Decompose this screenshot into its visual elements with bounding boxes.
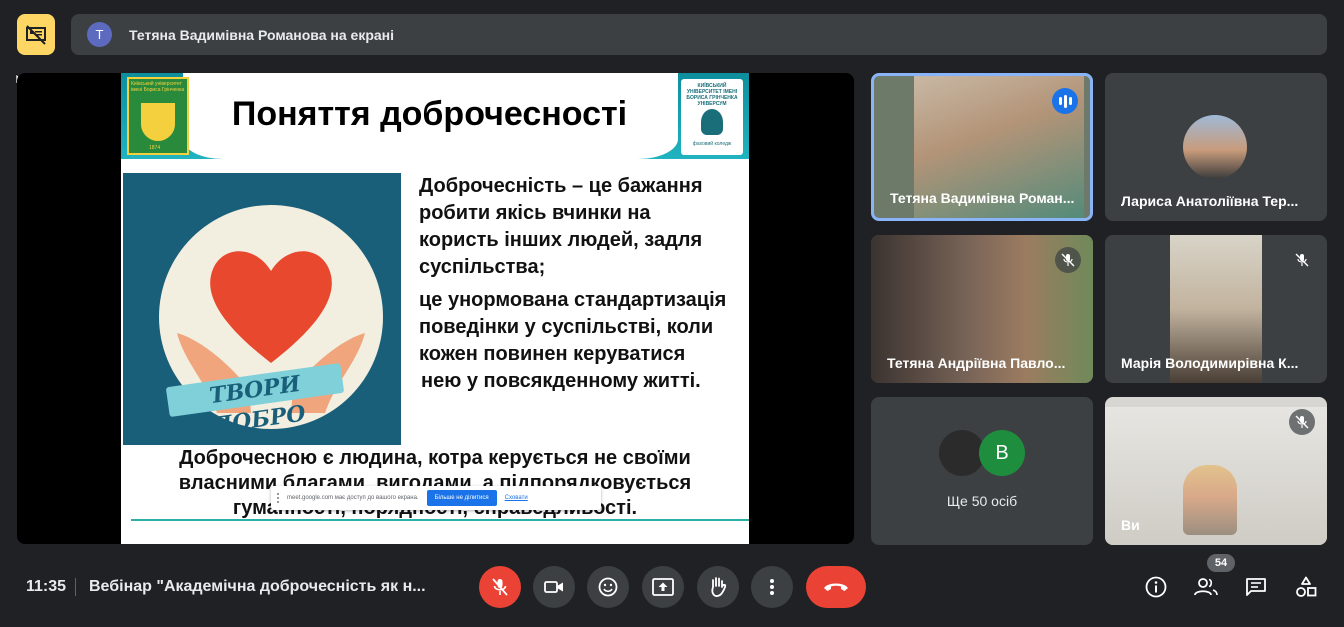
presentation-stage: Поняття доброчесності Київський універси… xyxy=(17,73,854,544)
screen-share-notice: meet.google.com має доступ до вашого екр… xyxy=(271,486,601,510)
participant-tile[interactable]: Тетяна Андріївна Павло... xyxy=(871,235,1093,383)
more-participants-tile[interactable]: В Ще 50 осіб xyxy=(871,397,1093,545)
chat-button[interactable] xyxy=(1243,574,1269,600)
camera-toggle-button[interactable] xyxy=(533,566,575,608)
slide-text-block-2: це унормована стандартизація поведінки у… xyxy=(419,289,727,392)
slide-text-block-1: Доброчесність – це бажання робити якісь … xyxy=(419,175,703,278)
presentation-slide: Поняття доброчесності Київський універси… xyxy=(121,73,749,544)
info-icon xyxy=(1145,576,1167,598)
raise-hand-button[interactable] xyxy=(697,566,739,608)
hide-notice-link[interactable]: Сховати xyxy=(505,495,528,501)
reactions-button[interactable] xyxy=(587,566,629,608)
presenter-status-text: Тетяна Вадимівна Романова на екрані xyxy=(129,26,395,43)
more-participants-label: Ще 50 осіб xyxy=(946,493,1018,509)
more-vert-icon xyxy=(770,579,774,595)
avatar: В xyxy=(979,430,1025,476)
activities-icon xyxy=(1296,576,1317,597)
slide-illustration: ТВОРИ ДОБРО xyxy=(123,173,401,445)
participant-tile[interactable]: Марія Володимирівна К... xyxy=(1105,235,1327,383)
self-view-tile[interactable]: Ви xyxy=(1105,397,1327,545)
more-options-button[interactable] xyxy=(751,566,793,608)
drag-handle[interactable] xyxy=(277,493,281,503)
participant-name: Тетяна Вадимівна Роман... xyxy=(890,190,1075,206)
slide-title: Поняття доброчесності xyxy=(231,95,628,133)
meeting-details-button[interactable] xyxy=(1143,574,1169,600)
slide-divider xyxy=(131,519,749,521)
slide-header: Поняття доброчесності Київський універси… xyxy=(121,73,749,159)
mic-off-icon xyxy=(492,578,508,596)
end-call-icon xyxy=(824,583,848,591)
avatar xyxy=(1183,115,1247,179)
presenter-avatar: Т xyxy=(87,22,112,47)
participant-tile[interactable]: Тетяна Вадимівна Роман... xyxy=(871,73,1093,221)
emoji-icon xyxy=(598,577,618,597)
people-button[interactable] xyxy=(1193,574,1219,600)
present-off-icon xyxy=(26,24,46,45)
mic-toggle-button[interactable] xyxy=(479,566,521,608)
present-screen-icon xyxy=(652,578,674,596)
presentation-toggle-button[interactable] xyxy=(17,14,55,55)
university-logo: Київський університет імені Бориса Грінч… xyxy=(127,77,189,155)
tree-icon xyxy=(701,109,723,135)
clock: 11:35 xyxy=(26,578,67,595)
leave-call-button[interactable] xyxy=(806,566,866,608)
participant-name: Лариса Анатоліївна Тер... xyxy=(1121,193,1299,209)
participant-name: Тетяна Андріївна Павло... xyxy=(887,355,1066,371)
mic-off-icon xyxy=(1289,409,1315,435)
mic-off-icon xyxy=(1289,247,1315,273)
raise-hand-icon xyxy=(711,577,727,597)
share-message: meet.google.com має доступ до вашого екр… xyxy=(287,495,419,501)
college-logo: КИЇВСЬКИЙ УНІВЕРСИТЕТ ІМЕНІ БОРИСА ГРІНЧ… xyxy=(681,79,743,155)
videocam-icon xyxy=(544,581,563,593)
present-button[interactable] xyxy=(642,566,684,608)
activities-button[interactable] xyxy=(1293,574,1319,600)
presenter-banner: Т Тетяна Вадимівна Романова на екрані xyxy=(71,14,1327,55)
mic-off-icon xyxy=(1055,247,1081,273)
chat-icon xyxy=(1246,578,1266,596)
participant-name: Марія Володимирівна К... xyxy=(1121,355,1299,371)
participant-count-badge: 54 xyxy=(1207,554,1235,572)
participant-video xyxy=(1183,465,1237,535)
people-icon xyxy=(1194,578,1218,596)
participant-tile[interactable]: Лариса Анатоліївна Тер... xyxy=(1105,73,1327,221)
stop-sharing-button[interactable]: Більше не ділитися xyxy=(426,490,497,506)
divider xyxy=(75,578,76,596)
slide-bottom-line-1: Доброчесною є людина, котра керується не… xyxy=(179,447,691,469)
participant-name: Ви xyxy=(1121,517,1140,533)
meeting-title: Вебінар "Академічна доброчесність як н..… xyxy=(89,578,426,595)
speaking-indicator-icon xyxy=(1052,88,1078,114)
